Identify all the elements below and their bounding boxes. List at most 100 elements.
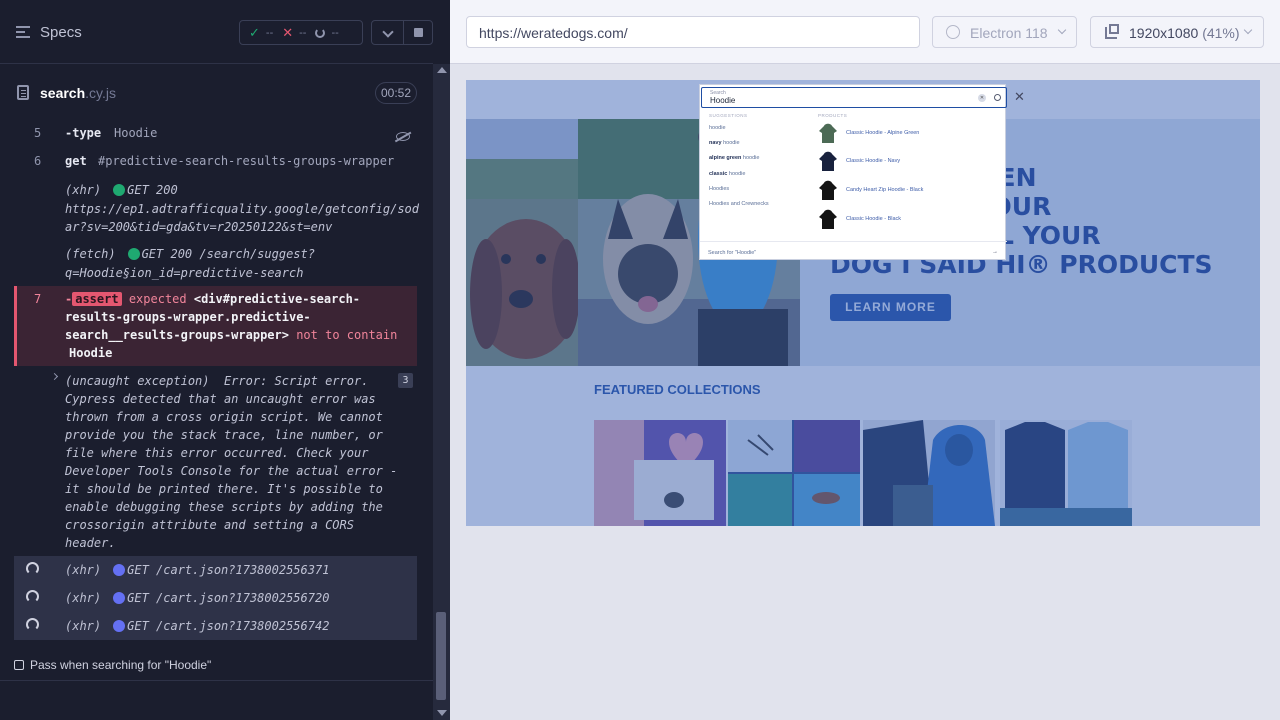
suggestion-item[interactable]: Hoodies and Crewnecks: [709, 201, 769, 207]
request-url: ar?sv=200&tid=gda&tv=r20250122&st=env: [65, 220, 333, 234]
exception-line: header.: [65, 536, 116, 550]
assert-not-to-contain: not to contain: [296, 328, 398, 342]
scroll-up-icon[interactable]: [437, 67, 447, 73]
exception-line: crossorigin attribute and setting a CORS: [65, 518, 354, 532]
product-name: Classic Hoodie - Alpine Green: [846, 130, 920, 136]
pending-request-row[interactable]: (xhr) GET /cart.json?1738002556720: [14, 584, 417, 612]
pending-request-row[interactable]: (xhr) GET /cart.json?1738002556742: [14, 612, 417, 640]
menu-lines-icon[interactable]: [16, 26, 30, 38]
request-type: (xhr): [65, 591, 102, 605]
status-dot-icon: [127, 248, 140, 260]
spinner-icon: [26, 562, 39, 575]
assert-selector: search__results-groups-wrapper>: [65, 328, 289, 342]
clear-icon[interactable]: ✕: [978, 94, 986, 102]
search-for-link[interactable]: Search for "Hoodie": [708, 250, 756, 256]
exception-row[interactable]: (uncaught exception) Error: Script error…: [14, 372, 417, 552]
exception-line: Developer Tools Console for the actual e…: [65, 464, 398, 478]
test-stats: ✓ -- ✕ -- --: [239, 20, 363, 45]
assert-value: Hoodie: [69, 346, 113, 360]
exception-line: Cypress detected that an uncaught error …: [65, 392, 376, 406]
url-field[interactable]: https://weratedogs.com/: [466, 16, 920, 48]
exception-line: enable debugging these scripts by adding…: [65, 500, 383, 514]
network-row[interactable]: (xhr) GET 200 https://ep1.adtrafficqualit…: [14, 181, 419, 237]
command-log: 5 -type Hoodie 6 get #predictive-search-…: [14, 120, 419, 640]
product-name: Classic Hoodie - Navy: [846, 158, 901, 164]
search-icon[interactable]: [994, 94, 1001, 101]
command-number: 6: [34, 154, 42, 168]
divider: [700, 241, 1007, 242]
request-url: GET /cart.json?1738002556720: [127, 591, 330, 605]
suggestions-title: SUGGESTIONS: [709, 113, 748, 118]
exception-line: it should be printed there. It's possibl…: [65, 482, 383, 496]
command-row[interactable]: 6 get #predictive-search-results-groups-…: [14, 154, 417, 176]
suggestion-item[interactable]: navy hoodie: [709, 140, 740, 146]
hoodie-thumbnail: [819, 180, 837, 200]
eye-slash-icon: [396, 132, 410, 141]
request-url: GET /cart.json?1738002556371: [127, 563, 330, 577]
network-row[interactable]: (fetch) GET 200 /search/suggest? q=Hoodie…: [14, 245, 417, 285]
divider: [0, 680, 433, 681]
product-item[interactable]: Classic Hoodie - Alpine Green: [818, 123, 998, 145]
aut-panel: https://weratedogs.com/ Electron 118 192…: [450, 0, 1280, 720]
exception-line: file where this error occurred. Check yo…: [65, 446, 369, 460]
search-value: Hoodie: [710, 96, 736, 105]
command-message: Hoodie: [114, 126, 158, 140]
chevron-down-icon[interactable]: [371, 20, 404, 45]
exception-line: (uncaught exception) Error: Script error…: [65, 374, 369, 388]
scrollbar[interactable]: [433, 64, 450, 720]
assert-selector: <div#predictive-search-: [193, 292, 361, 306]
scroll-down-icon[interactable]: [437, 710, 447, 716]
x-icon: ✕: [282, 24, 294, 40]
product-item[interactable]: Classic Hoodie - Navy: [818, 151, 998, 173]
search-input[interactable]: Search Hoodie ✕: [701, 87, 1007, 108]
suggestion-item[interactable]: alpine green hoodie: [709, 155, 759, 161]
spec-header: search.cy.js 00:52: [0, 64, 433, 120]
specs-label[interactable]: Specs: [40, 24, 82, 41]
failed-assert-row[interactable]: 7 - assert expected <div#predictive-searc…: [14, 286, 417, 366]
command-row[interactable]: 5 -type Hoodie: [14, 126, 417, 148]
spec-timer: 00:52: [375, 82, 417, 104]
command-name: get: [65, 154, 87, 168]
suggestion-item[interactable]: classic hoodie: [709, 171, 745, 177]
status-dot-icon: [113, 592, 126, 604]
reporter-header: Specs ✓ -- ✕ -- --: [0, 0, 433, 64]
spinner-icon: [26, 618, 39, 631]
suggestion-item[interactable]: hoodie: [709, 125, 726, 131]
spinner-icon: [26, 590, 39, 603]
status-dot-icon: [113, 620, 126, 632]
command-message: #predictive-search-results-groups-wrappe…: [98, 154, 395, 168]
test-title: Pass when searching for "Hoodie": [30, 658, 212, 672]
request-type: (xhr): [65, 619, 102, 633]
viewport-icon: [1105, 24, 1119, 39]
assert-expected: expected: [128, 292, 187, 306]
browser-label: Electron 118: [970, 25, 1048, 41]
spinner-icon: [315, 27, 326, 38]
viewport-selector[interactable]: 1920x1080 (41%): [1090, 16, 1264, 48]
stop-button[interactable]: [403, 20, 433, 45]
exception-count-badge: 3: [398, 373, 413, 388]
product-item[interactable]: Candy Heart Zip Hoodie - Black: [818, 180, 998, 202]
browser-selector[interactable]: Electron 118: [932, 16, 1077, 48]
scrollbar-thumb[interactable]: [436, 612, 446, 700]
exception-line: thrown from a cross origin script. We ca…: [65, 410, 383, 424]
pending-stat: --: [315, 27, 339, 39]
checkbox-icon[interactable]: [14, 660, 24, 670]
spec-name[interactable]: search.cy.js: [40, 85, 116, 101]
chevron-right-icon[interactable]: [50, 372, 59, 381]
arrow-right-icon[interactable]: →: [992, 249, 998, 255]
command-number: 7: [34, 292, 42, 306]
test-title-row[interactable]: Pass when searching for "Hoodie": [14, 657, 417, 675]
aut-header: https://weratedogs.com/ Electron 118 192…: [450, 0, 1280, 64]
status-dot-icon: [113, 564, 126, 576]
close-icon[interactable]: ✕: [1014, 89, 1025, 105]
product-item[interactable]: Classic Hoodie - Black: [818, 209, 998, 231]
command-name: -type: [65, 126, 102, 140]
suggestion-item[interactable]: Hoodies: [709, 186, 729, 192]
assert-badge: assert: [72, 292, 122, 306]
failed-stat: ✕ --: [282, 24, 307, 40]
hoodie-thumbnail: [819, 123, 837, 143]
pending-request-row[interactable]: (xhr) GET /cart.json?1738002556371: [14, 556, 417, 584]
exception-line: provide you the stack trace, line number…: [65, 428, 383, 442]
products-title: PRODUCTS: [818, 113, 848, 118]
viewport-label: 1920x1080 (41%): [1129, 25, 1240, 41]
